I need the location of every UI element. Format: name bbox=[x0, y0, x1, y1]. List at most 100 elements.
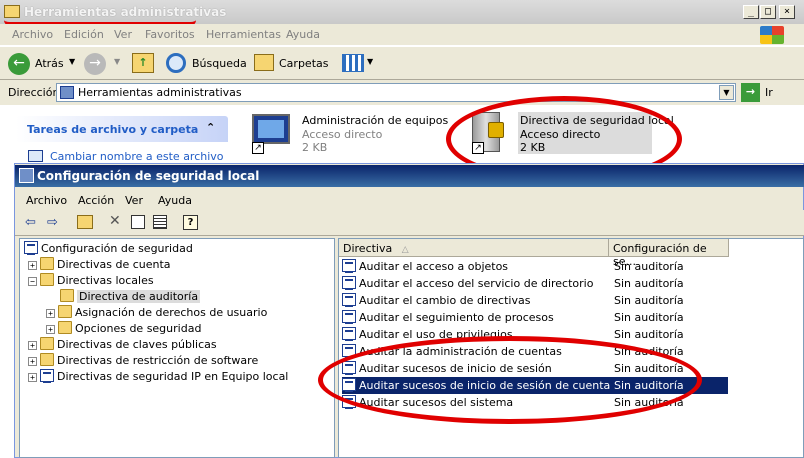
policy-icon bbox=[342, 276, 356, 290]
folder-icon bbox=[40, 353, 54, 366]
sort-ascending-icon: △ bbox=[401, 245, 409, 255]
go-button-label[interactable]: Ir bbox=[765, 86, 773, 99]
views-dropdown-icon[interactable]: ▼ bbox=[367, 57, 373, 66]
tree-label: Asignación de derechos de usuario bbox=[75, 306, 268, 319]
tree-item-software-restriction-policies[interactable]: + Directivas de restricción de software bbox=[28, 353, 258, 369]
red-circle-annotation bbox=[318, 336, 702, 424]
menu-herramientas[interactable]: Herramientas bbox=[206, 28, 281, 41]
mmc-menu-archivo[interactable]: Archivo bbox=[26, 194, 67, 207]
file-computer-management[interactable]: ↗ Administración de equipos Acceso direc… bbox=[246, 112, 448, 160]
expand-icon[interactable]: + bbox=[28, 373, 37, 382]
tree-label: Directiva de auditoría bbox=[77, 290, 201, 303]
menu-favoritos[interactable]: Favoritos bbox=[145, 28, 195, 41]
tree-item-local-policies[interactable]: − Directivas locales bbox=[28, 273, 154, 289]
expand-icon[interactable]: + bbox=[28, 261, 37, 270]
task-panel-header[interactable]: Tareas de archivo y carpeta ⌃ bbox=[16, 116, 228, 142]
address-label: Dirección bbox=[8, 86, 60, 99]
policy-icon bbox=[342, 259, 356, 273]
back-arrow-icon[interactable]: ← bbox=[8, 53, 30, 75]
console-tree: Configuración de seguridad + Directivas d… bbox=[19, 238, 335, 458]
file-type: Acceso directo bbox=[302, 128, 383, 141]
tree-label: Configuración de seguridad bbox=[41, 242, 193, 255]
control-panel-icon bbox=[60, 86, 74, 99]
folders-button-label[interactable]: Carpetas bbox=[279, 57, 328, 70]
search-icon[interactable] bbox=[166, 53, 186, 73]
security-settings-icon bbox=[19, 168, 34, 183]
mmc-menu-ver[interactable]: Ver bbox=[125, 194, 143, 207]
table-row[interactable]: Auditar el acceso del servicio de direct… bbox=[342, 275, 728, 292]
menu-ayuda[interactable]: Ayuda bbox=[286, 28, 320, 41]
up-level-icon[interactable] bbox=[77, 215, 93, 229]
rename-file-link[interactable]: Cambiar nombre a este archivo bbox=[50, 150, 224, 163]
ip-security-icon bbox=[40, 369, 54, 383]
tree-item-security-options[interactable]: + Opciones de seguridad bbox=[46, 321, 201, 337]
mmc-menu-accion[interactable]: Acción bbox=[78, 194, 114, 207]
tree-item-security-configuration[interactable]: Configuración de seguridad bbox=[24, 241, 193, 257]
go-arrow-icon[interactable]: → bbox=[741, 83, 760, 102]
folder-icon bbox=[58, 305, 72, 318]
explorer-toolbar: ← Atrás ▼ → ▼ ↑ Búsqueda Carpetas ▼ bbox=[0, 47, 804, 80]
expand-icon[interactable]: + bbox=[46, 325, 55, 334]
menu-archivo[interactable]: Archivo bbox=[12, 28, 53, 41]
table-row[interactable]: Auditar el cambio de directivas Sin audit… bbox=[342, 292, 728, 309]
expand-icon[interactable]: + bbox=[46, 309, 55, 318]
tree-item-account-policies[interactable]: + Directivas de cuenta bbox=[28, 257, 171, 273]
properties-icon[interactable] bbox=[131, 215, 145, 229]
forward-dropdown-icon[interactable]: ▼ bbox=[114, 57, 120, 66]
back-dropdown-icon[interactable]: ▼ bbox=[69, 57, 75, 66]
task-panel-title: Tareas de archivo y carpeta bbox=[27, 123, 199, 136]
expand-icon[interactable]: + bbox=[28, 341, 37, 350]
mmc-menu-ayuda[interactable]: Ayuda bbox=[158, 194, 192, 207]
tree-item-public-key-policies[interactable]: + Directivas de claves públicas bbox=[28, 337, 217, 353]
tree-label: Directivas de restricción de software bbox=[57, 354, 259, 367]
forward-arrow-icon[interactable]: → bbox=[84, 53, 106, 75]
column-header-policy[interactable]: Directiva △ bbox=[339, 239, 609, 257]
up-folder-icon[interactable]: ↑ bbox=[132, 53, 154, 73]
address-dropdown-icon[interactable]: ▼ bbox=[719, 85, 734, 100]
security-settings-icon bbox=[24, 241, 38, 255]
close-button[interactable]: × bbox=[779, 5, 795, 19]
policy-setting: Sin auditoría bbox=[614, 294, 684, 307]
tree-label: Opciones de seguridad bbox=[75, 322, 202, 335]
folder-icon bbox=[40, 257, 54, 270]
policy-setting: Sin auditoría bbox=[614, 328, 684, 341]
views-icon[interactable] bbox=[342, 54, 364, 72]
tree-item-ip-security-policies[interactable]: + Directivas de seguridad IP en Equipo lo… bbox=[28, 369, 288, 385]
tree-label: Directivas de cuenta bbox=[57, 258, 171, 271]
delete-icon[interactable]: ✕ bbox=[109, 213, 121, 229]
table-row[interactable]: Auditar el seguimiento de procesos Sin au… bbox=[342, 309, 728, 326]
explorer-menu-bar: Archivo Edición Ver Favoritos Herramient… bbox=[0, 24, 804, 46]
monitor-screen-icon bbox=[258, 120, 284, 138]
table-row[interactable]: Auditar el acceso a objetos Sin auditoría bbox=[342, 258, 728, 275]
tree-item-user-rights-assignment[interactable]: + Asignación de derechos de usuario bbox=[46, 305, 267, 321]
folder-icon bbox=[40, 337, 54, 350]
windows-logo-icon bbox=[760, 26, 784, 44]
menu-ver[interactable]: Ver bbox=[114, 28, 132, 41]
address-input[interactable]: Herramientas administrativas ▼ bbox=[56, 83, 736, 102]
menu-edicion[interactable]: Edición bbox=[64, 28, 104, 41]
column-header-label: Directiva bbox=[343, 242, 393, 255]
policy-name: Auditar el acceso a objetos bbox=[359, 260, 509, 273]
policy-setting: Sin auditoría bbox=[614, 311, 684, 324]
tree-item-audit-policy[interactable]: Directiva de auditoría bbox=[60, 289, 201, 305]
help-icon[interactable]: ? bbox=[183, 215, 198, 230]
back-icon[interactable]: ⇦ bbox=[25, 215, 36, 230]
policy-icon bbox=[342, 293, 356, 307]
minimize-button[interactable]: _ bbox=[743, 5, 759, 19]
column-header-setting[interactable]: Configuración de se... bbox=[609, 239, 729, 268]
shortcut-arrow-icon: ↗ bbox=[252, 142, 264, 154]
folder-icon bbox=[58, 321, 72, 334]
policy-icon bbox=[342, 310, 356, 324]
mmc-window-title: Configuración de seguridad local bbox=[37, 169, 260, 183]
collapse-icon[interactable]: − bbox=[28, 277, 37, 286]
expand-icon[interactable]: + bbox=[28, 357, 37, 366]
mmc-title-bar: Configuración de seguridad local bbox=[15, 165, 804, 187]
forward-icon[interactable]: ⇨ bbox=[47, 215, 58, 230]
back-button-label[interactable]: Atrás bbox=[35, 57, 64, 70]
folders-icon[interactable] bbox=[254, 54, 274, 71]
export-list-icon[interactable] bbox=[153, 215, 167, 229]
open-folder-icon bbox=[40, 273, 54, 286]
search-button-label[interactable]: Búsqueda bbox=[192, 57, 247, 70]
maximize-button[interactable]: □ bbox=[760, 5, 776, 19]
collapse-chevron-icon[interactable]: ⌃ bbox=[206, 121, 215, 134]
